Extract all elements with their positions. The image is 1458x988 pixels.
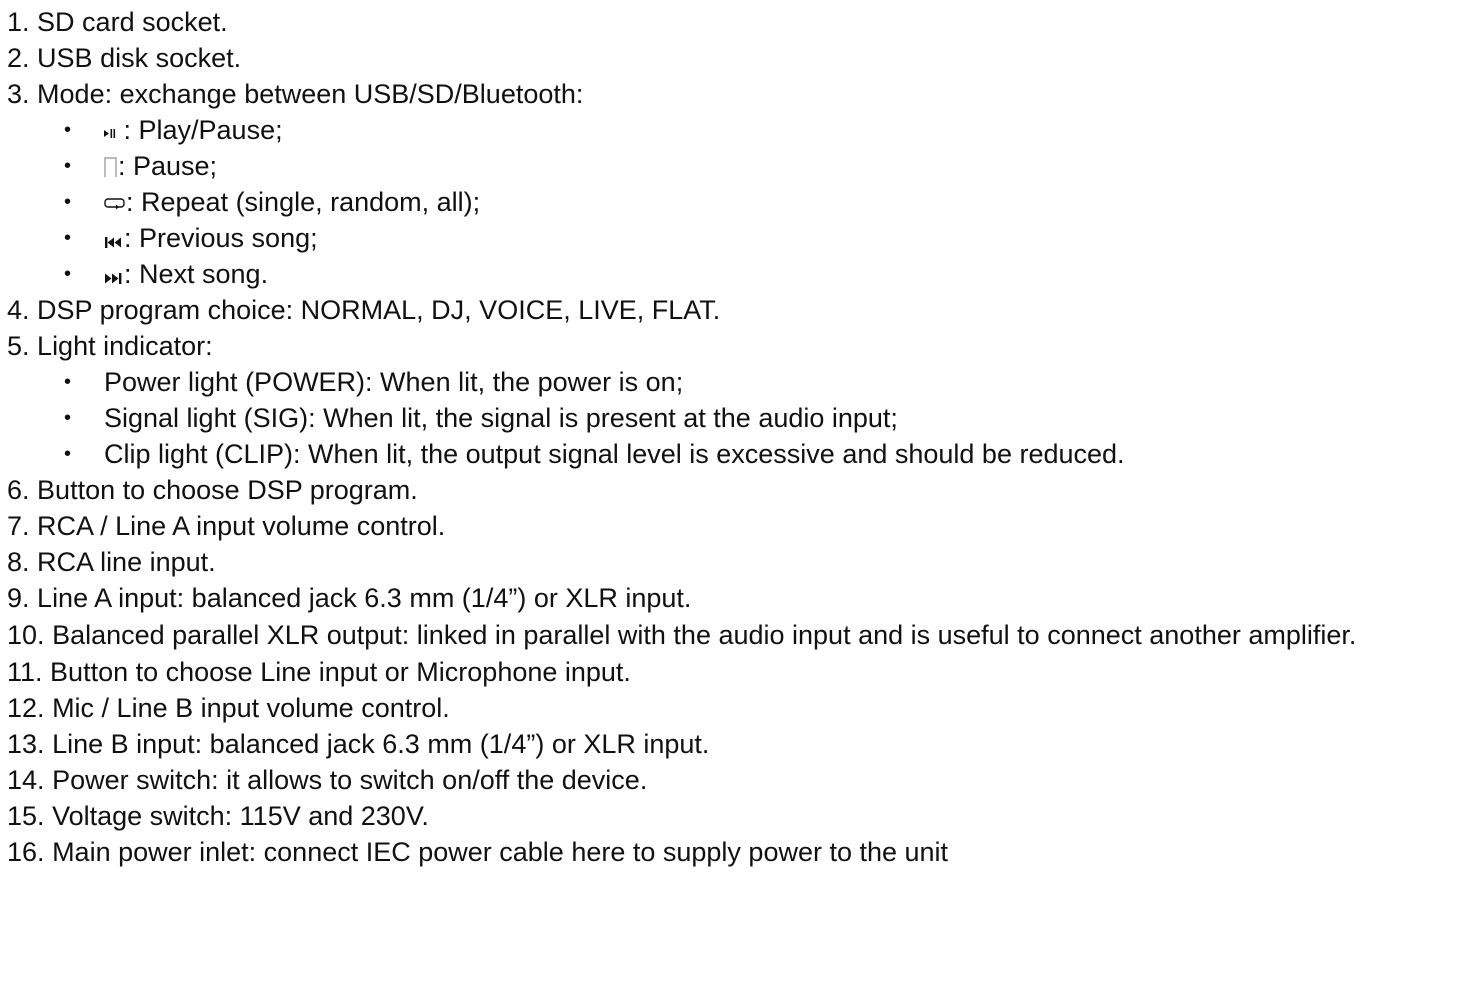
mode-bullet-next: • : Next song. xyxy=(7,256,1452,292)
item-text: Button to choose DSP program. xyxy=(37,475,418,505)
item-text: Power switch: it allows to switch on/off… xyxy=(52,765,648,795)
item-number: 11. xyxy=(7,657,43,687)
list-item-15: 15. Voltage switch: 115V and 230V. xyxy=(7,798,1452,834)
item-text: Line A input: balanced jack 6.3 mm (1/4”… xyxy=(37,583,692,613)
item-number: 6. xyxy=(7,475,30,505)
item-text: USB disk socket. xyxy=(37,43,242,73)
pause-icon xyxy=(104,151,118,187)
item-number: 16. xyxy=(7,837,45,867)
mode-bullet-previous: • : Previous song; xyxy=(7,220,1452,256)
mode-bullet-play-pause: • : Play/Pause; xyxy=(7,112,1452,148)
list-item-16: 16. Main power inlet: connect IEC power … xyxy=(7,834,1452,870)
bullet-text: : Play/Pause; xyxy=(116,115,283,145)
bullet-dot: • xyxy=(64,191,72,213)
item-number: 15. xyxy=(7,801,45,831)
item-number: 7. xyxy=(7,511,30,541)
item-text: Mic / Line B input volume control. xyxy=(52,693,450,723)
item-text: SD card socket. xyxy=(37,7,228,37)
bullet-dot: • xyxy=(64,371,72,393)
bullet-dot: • xyxy=(64,119,72,141)
list-item-3: 3. Mode: exchange between USB/SD/Bluetoo… xyxy=(7,76,1452,112)
list-item-6: 6. Button to choose DSP program. xyxy=(7,472,1452,508)
item-text: Light indicator: xyxy=(37,331,213,361)
list-item-10: 10. Balanced parallel XLR output: linked… xyxy=(7,616,1447,654)
list-item-7: 7. RCA / Line A input volume control. xyxy=(7,508,1452,544)
item-number: 12. xyxy=(7,693,45,723)
item-number: 2. xyxy=(7,43,30,73)
list-item-11: 11. Button to choose Line input or Micro… xyxy=(7,654,1452,690)
play-pause-icon xyxy=(104,115,116,151)
item-number: 10. xyxy=(7,620,45,650)
bullet-dot: • xyxy=(64,155,72,177)
bullet-dot: • xyxy=(64,407,72,429)
bullet-text: Signal light (SIG): When lit, the signal… xyxy=(104,403,898,433)
item-number: 13. xyxy=(7,729,45,759)
item-number: 3. xyxy=(7,79,30,109)
bullet-text: Power light (POWER): When lit, the power… xyxy=(104,367,684,397)
list-item-13: 13. Line B input: balanced jack 6.3 mm (… xyxy=(7,726,1452,762)
item-text: Main power inlet: connect IEC power cabl… xyxy=(52,837,949,867)
mode-bullet-pause: • : Pause; xyxy=(7,148,1452,184)
repeat-icon xyxy=(104,187,126,223)
item-number: 4. xyxy=(7,295,30,325)
light-bullet-signal: • Signal light (SIG): When lit, the sign… xyxy=(7,400,1452,436)
previous-icon xyxy=(104,223,124,259)
item-text: RCA / Line A input volume control. xyxy=(37,511,446,541)
item-number: 1. xyxy=(7,7,30,37)
item-number: 14. xyxy=(7,765,45,795)
item-text: RCA line input. xyxy=(37,547,216,577)
next-icon xyxy=(104,259,124,295)
item-text: Voltage switch: 115V and 230V. xyxy=(52,801,429,831)
list-item-12: 12. Mic / Line B input volume control. xyxy=(7,690,1452,726)
bullet-text: : Next song. xyxy=(124,259,269,289)
item-text: Button to choose Line input or Microphon… xyxy=(50,657,631,687)
item-number: 8. xyxy=(7,547,30,577)
bullet-text: : Repeat (single, random, all); xyxy=(126,187,481,217)
list-item-1: 1. SD card socket. xyxy=(7,4,1452,40)
mode-bullet-repeat: • : Repeat (single, random, all); xyxy=(7,184,1452,220)
instruction-document: 1. SD card socket. 2. USB disk socket. 3… xyxy=(7,4,1452,870)
list-item-14: 14. Power switch: it allows to switch on… xyxy=(7,762,1452,798)
item-number: 9. xyxy=(7,583,30,613)
bullet-dot: • xyxy=(64,263,72,285)
list-item-8: 8. RCA line input. xyxy=(7,544,1452,580)
item-number: 5. xyxy=(7,331,30,361)
bullet-text: : Previous song; xyxy=(124,223,318,253)
bullet-text: : Pause; xyxy=(118,151,218,181)
light-bullet-power: • Power light (POWER): When lit, the pow… xyxy=(7,364,1452,400)
list-item-4: 4. DSP program choice: NORMAL, DJ, VOICE… xyxy=(7,292,1452,328)
item-text: Line B input: balanced jack 6.3 mm (1/4”… xyxy=(52,729,710,759)
bullet-text: Clip light (CLIP): When lit, the output … xyxy=(104,439,1125,469)
item-text: DSP program choice: NORMAL, DJ, VOICE, L… xyxy=(37,295,721,325)
item-text: Mode: exchange between USB/SD/Bluetooth: xyxy=(37,79,584,109)
bullet-dot: • xyxy=(64,443,72,465)
light-bullet-clip: • Clip light (CLIP): When lit, the outpu… xyxy=(7,436,1452,472)
list-item-5: 5. Light indicator: xyxy=(7,328,1452,364)
bullet-dot: • xyxy=(64,227,72,249)
item-text: Balanced parallel XLR output: linked in … xyxy=(52,620,1357,650)
list-item-2: 2. USB disk socket. xyxy=(7,40,1452,76)
list-item-9: 9. Line A input: balanced jack 6.3 mm (1… xyxy=(7,580,1452,616)
